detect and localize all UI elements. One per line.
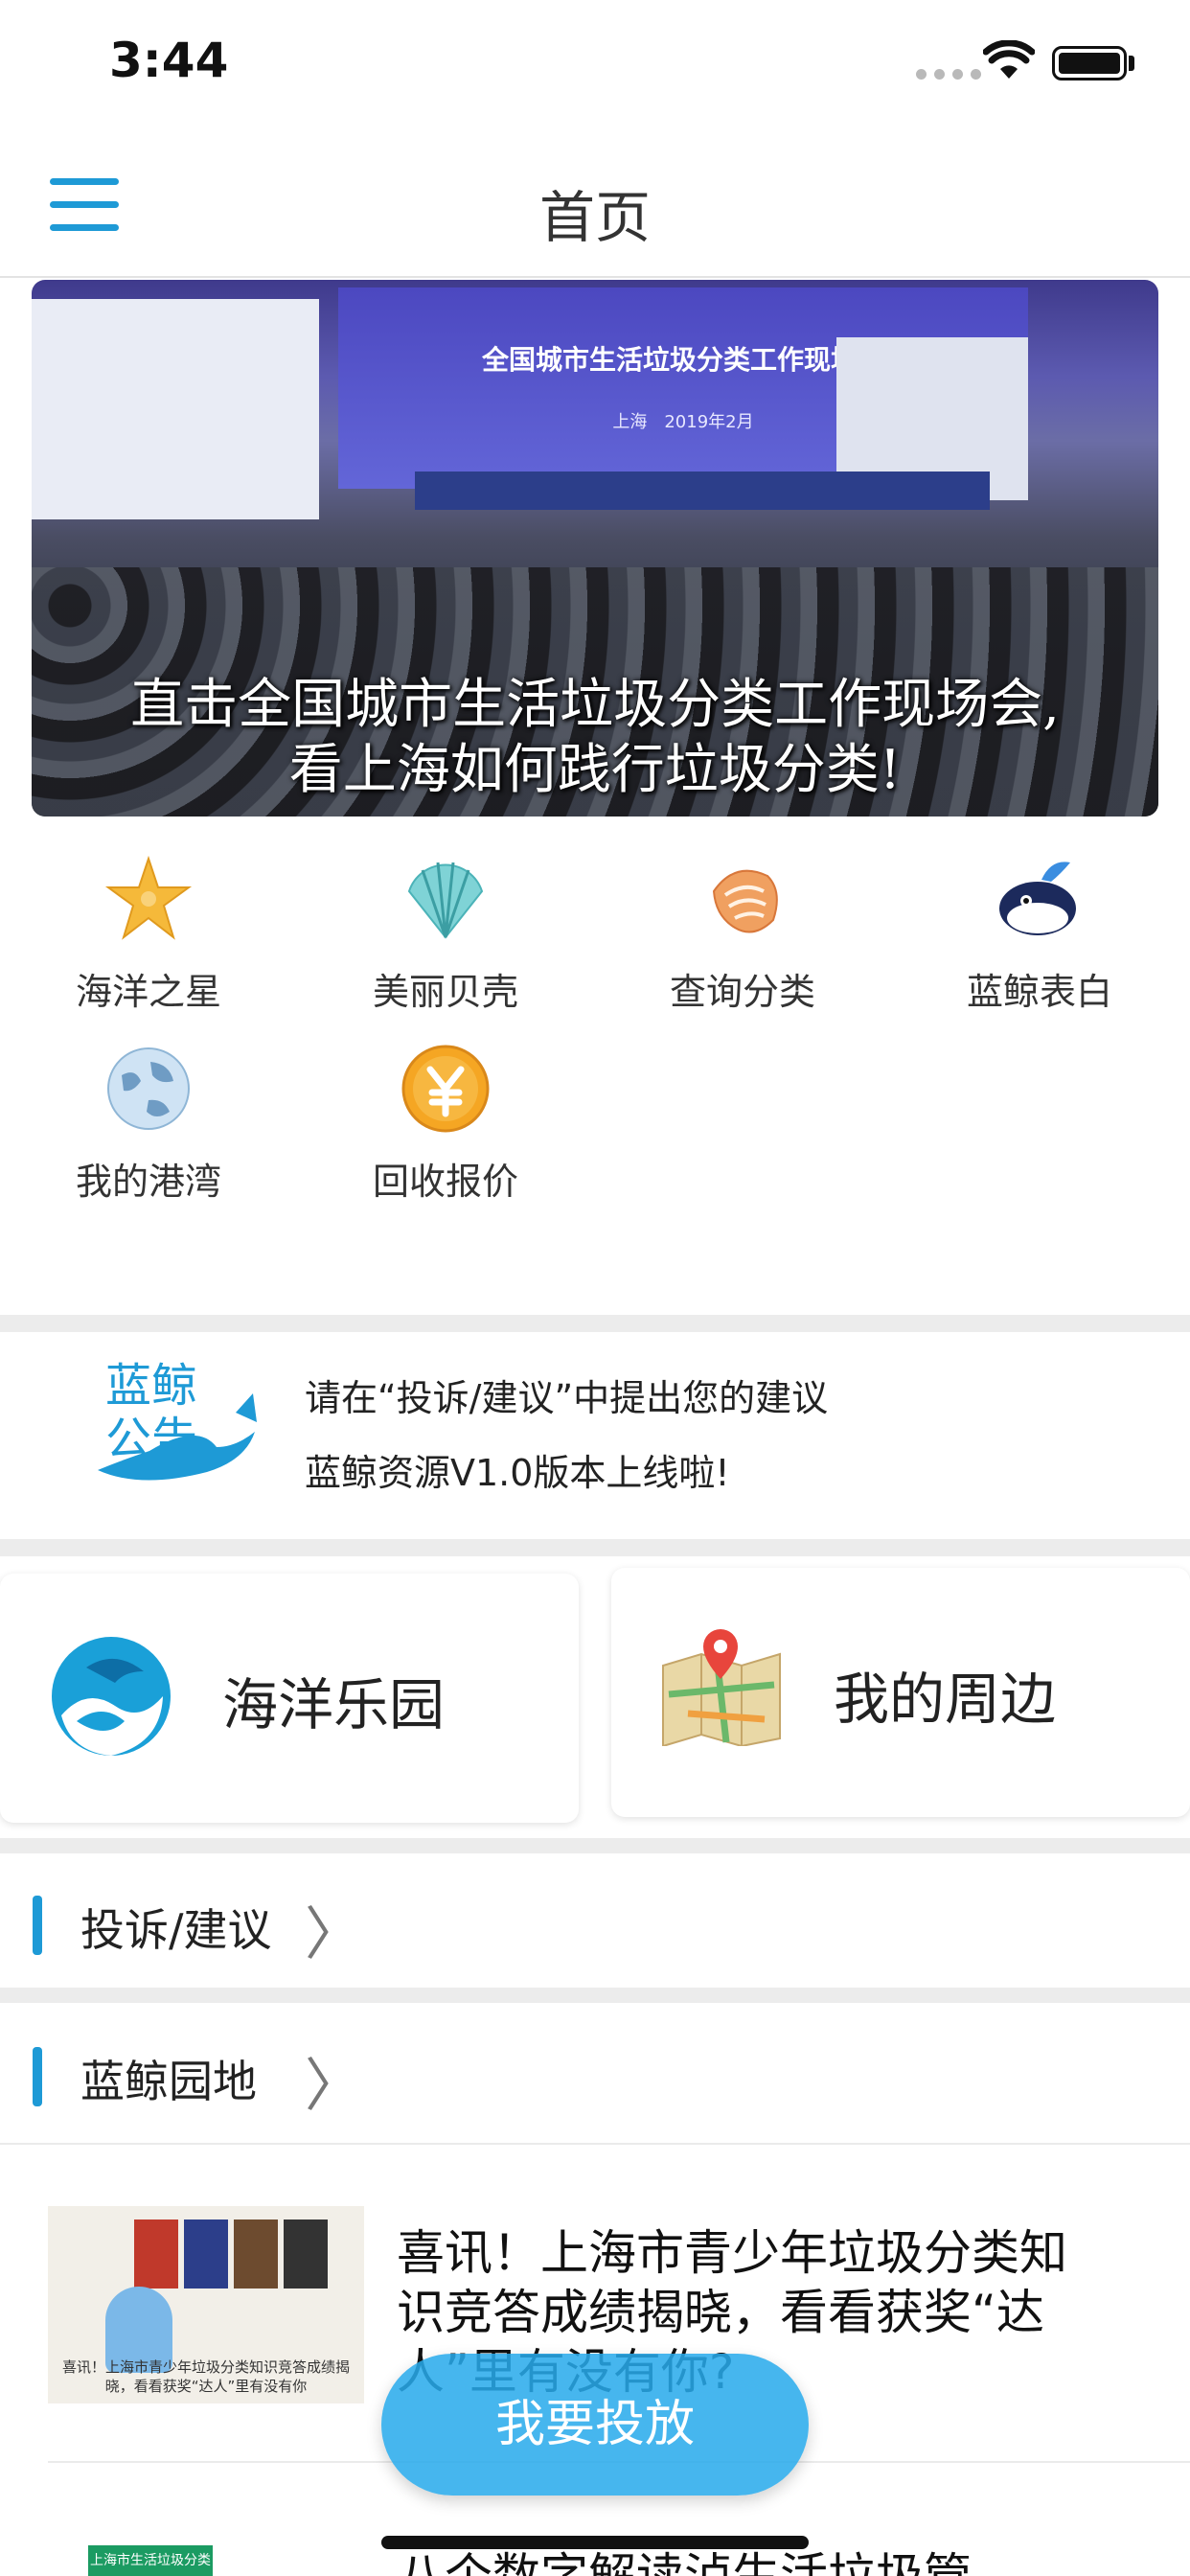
starfish-icon: [104, 855, 193, 940]
conch-shell-icon: [712, 869, 778, 933]
nav-divider: [0, 276, 1190, 278]
garden-section-title: 蓝鲸园地: [80, 2056, 257, 2107]
quick-item-label: 回收报价: [372, 1161, 518, 1203]
news-thumbnail: 喜讯！上海市青少年垃圾分类知识竞答成绩揭晓，看看获奖“达人”里有没有你: [48, 2206, 364, 2404]
blue-bin-icon: [184, 2220, 228, 2288]
quick-item-label: 蓝鲸表白: [966, 971, 1112, 1013]
wifi-icon: [983, 40, 1035, 79]
nearby-card[interactable]: 我的周边: [611, 1568, 1190, 1817]
quick-item-label: 海洋之星: [75, 971, 221, 1013]
ocean-park-card[interactable]: 海洋乐园: [0, 1574, 579, 1823]
banner-caption-line-1: 直击全国城市生活垃圾分类工作现场会,: [130, 674, 1060, 736]
chevron-right-icon: 〉: [305, 2053, 362, 2120]
whale-icon: [999, 862, 1076, 935]
quick-item-recycle-quote[interactable]: 回收报价: [297, 1043, 594, 1215]
quick-item-beautiful-shell[interactable]: 美丽贝壳: [297, 853, 594, 1025]
banner-stage-table: [415, 472, 990, 510]
yen-coin-icon: [401, 1045, 490, 1133]
notice-line-1[interactable]: 请在“投诉/建议”中提出您的建议: [305, 1368, 828, 1421]
banner-side-screen-left: [32, 299, 319, 519]
quick-item-whale-confession[interactable]: 蓝鲸表白: [891, 853, 1188, 1025]
section-separator: [0, 1315, 1190, 1332]
news-thumbnail: 上海市生活垃圾分类标识: [88, 2545, 213, 2576]
battery-icon: [1052, 46, 1127, 80]
section-accent-bar: [33, 2047, 42, 2106]
brown-bin-icon: [234, 2220, 278, 2288]
notice-logo-text-2: 公告: [105, 1413, 197, 1466]
row-divider: [0, 2143, 1190, 2145]
nearby-label: 我的周边: [834, 1667, 1057, 1732]
blue-whale-notice-logo: 蓝鲸 公告: [98, 1359, 257, 1481]
status-time: 3:44: [109, 33, 229, 88]
notice-logo-text-1: 蓝鲸: [105, 1359, 197, 1413]
quick-item-my-harbor[interactable]: 我的港湾: [0, 1043, 297, 1215]
news-banner[interactable]: 全国城市生活垃圾分类工作现场会 上海 2019年2月 直击全国城市生活垃圾分类工…: [32, 280, 1158, 816]
news-thumbnail-caption: 喜讯！上海市青少年垃圾分类知识竞答成绩揭晓，看看获奖“达人”里有没有你: [61, 2358, 350, 2395]
section-separator: [0, 1539, 1190, 1556]
notice-line-2[interactable]: 蓝鲸资源V1.0版本上线啦!: [305, 1443, 730, 1496]
quick-item-label: 我的港湾: [75, 1161, 221, 1203]
quick-item-ocean-star[interactable]: 海洋之星: [0, 853, 297, 1025]
black-bin-icon: [284, 2220, 328, 2288]
banner-caption: 直击全国城市生活垃圾分类工作现场会, 看上海如何践行垃圾分类!: [32, 673, 1158, 803]
cellular-signal-icon: [916, 69, 981, 80]
chevron-right-icon: 〉: [305, 1901, 362, 1968]
scallop-shell-icon: [407, 862, 484, 939]
deliver-waste-button[interactable]: 我要投放: [381, 2354, 809, 2496]
section-separator: [0, 1838, 1190, 1853]
section-separator: [0, 1988, 1190, 2003]
section-accent-bar: [33, 1896, 42, 1955]
complaint-section-row[interactable]: 投诉/建议 〉: [0, 1853, 1190, 1997]
ocean-wave-dolphin-icon: [52, 1637, 171, 1756]
map-pin-icon: [662, 1629, 781, 1746]
red-bin-icon: [134, 2220, 178, 2288]
hamburger-menu-icon[interactable]: [50, 178, 119, 236]
quick-item-label: 查询分类: [669, 971, 815, 1013]
quick-item-label: 美丽贝壳: [372, 971, 518, 1013]
globe-icon: [107, 1047, 190, 1130]
battery-tip: [1129, 56, 1134, 71]
home-indicator[interactable]: [381, 2536, 809, 2549]
banner-caption-line-2: 看上海如何践行垃圾分类!: [288, 739, 902, 801]
page-title: 首页: [538, 185, 651, 250]
ocean-park-label: 海洋乐园: [222, 1672, 446, 1737]
garden-section-row[interactable]: 蓝鲸园地 〉: [0, 2003, 1190, 2143]
quick-item-search-category[interactable]: 查询分类: [594, 853, 891, 1025]
complaint-section-title: 投诉/建议: [80, 1904, 272, 1956]
